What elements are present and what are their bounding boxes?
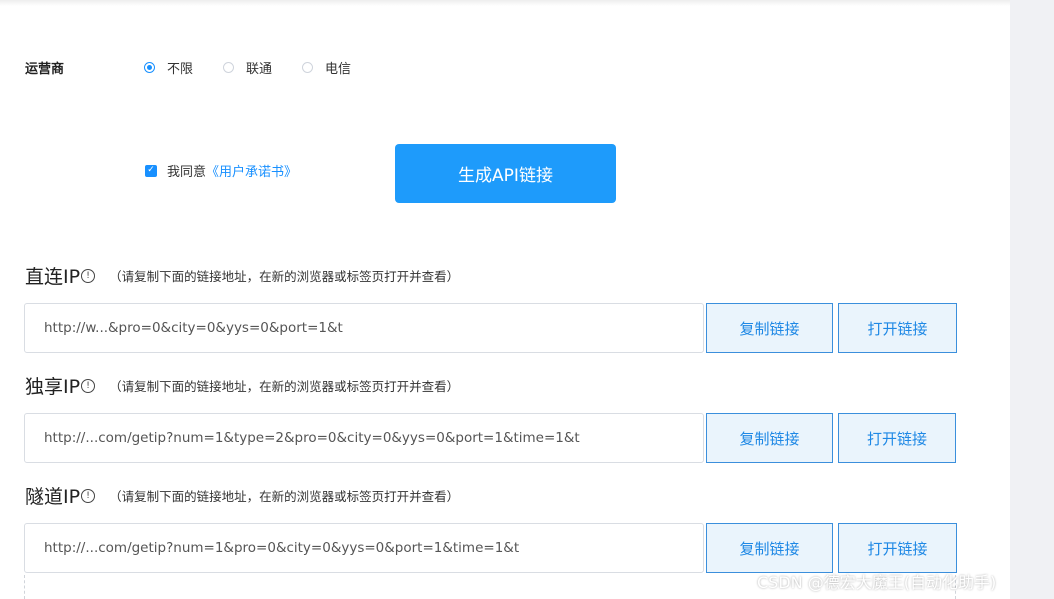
url-field[interactable]: http://...com/getip?num=1&pro=0&city=0&y… bbox=[24, 523, 704, 573]
open-link-button[interactable]: 打开链接 bbox=[838, 303, 957, 353]
copy-link-button[interactable]: 复制链接 bbox=[706, 303, 833, 353]
open-link-button[interactable]: 打开链接 bbox=[838, 523, 957, 573]
generate-api-link-button[interactable]: 生成API链接 bbox=[395, 144, 616, 203]
section-hint: （请复制下面的链接地址，在新的浏览器或标签页打开并查看） bbox=[109, 266, 459, 285]
agreement-text: 我同意 bbox=[167, 161, 206, 180]
section-hint: （请复制下面的链接地址，在新的浏览器或标签页打开并查看） bbox=[109, 376, 459, 395]
section-title-text: 隧道IP bbox=[25, 482, 80, 509]
radio-label: 联通 bbox=[246, 58, 272, 77]
agreement-checkbox[interactable]: ✓ bbox=[145, 165, 157, 177]
carrier-option-unlimited[interactable]: 不限 bbox=[144, 58, 193, 77]
section-hint: （请复制下面的链接地址，在新的浏览器或标签页打开并查看） bbox=[109, 486, 459, 505]
url-field[interactable]: http://...com/getip?num=1&type=2&pro=0&c… bbox=[24, 413, 704, 463]
checkmark-icon: ✓ bbox=[147, 166, 155, 175]
open-link-button[interactable]: 打开链接 bbox=[838, 413, 956, 463]
radio-button[interactable] bbox=[302, 62, 313, 73]
agreement: ✓ 我同意 《用户承诺书》 bbox=[145, 161, 297, 180]
carrier-label: 运营商 bbox=[25, 58, 64, 77]
top-shadow bbox=[0, 0, 1010, 6]
url-field[interactable]: http://w...&pro=0&city=0&yys=0&port=1&t bbox=[24, 303, 704, 353]
info-circle-icon: ! bbox=[81, 269, 95, 283]
watermark: CSDN @德宏大魔王(自动化助手) bbox=[757, 569, 996, 593]
section-title-exclusive-ip: 独享IP ! （请复制下面的链接地址，在新的浏览器或标签页打开并查看） bbox=[25, 372, 459, 399]
radio-label: 电信 bbox=[325, 58, 351, 77]
copy-link-button[interactable]: 复制链接 bbox=[706, 413, 833, 463]
radio-button-checked[interactable] bbox=[144, 62, 155, 73]
section-title-direct-ip: 直连IP ! （请复制下面的链接地址，在新的浏览器或标签页打开并查看） bbox=[25, 262, 459, 289]
section-title-text: 独享IP bbox=[25, 372, 80, 399]
info-circle-icon: ! bbox=[81, 489, 95, 503]
info-circle-icon: ! bbox=[81, 379, 95, 393]
copy-link-button[interactable]: 复制链接 bbox=[706, 523, 833, 573]
user-agreement-link[interactable]: 《用户承诺书》 bbox=[206, 161, 297, 180]
section-title-tunnel-ip: 隧道IP ! （请复制下面的链接地址，在新的浏览器或标签页打开并查看） bbox=[25, 482, 459, 509]
radio-button[interactable] bbox=[223, 62, 234, 73]
right-side-panel bbox=[1010, 0, 1054, 599]
carrier-option-unicom[interactable]: 联通 bbox=[223, 58, 272, 77]
radio-label: 不限 bbox=[167, 58, 193, 77]
section-title-text: 直连IP bbox=[25, 262, 80, 289]
carrier-radio-group: 不限 联通 电信 bbox=[144, 58, 381, 77]
carrier-option-telecom[interactable]: 电信 bbox=[302, 58, 351, 77]
